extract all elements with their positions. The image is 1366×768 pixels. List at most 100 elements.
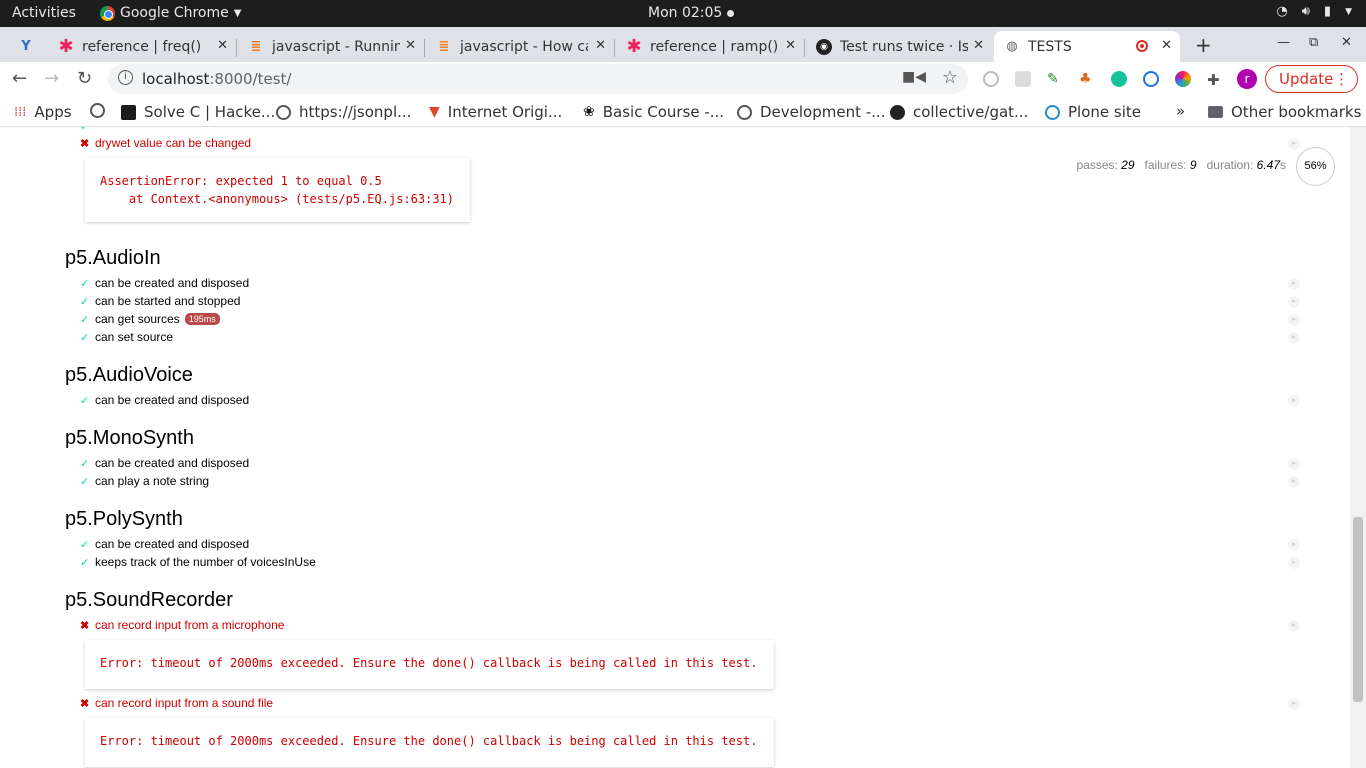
replay-icon[interactable]: ▸ (1288, 557, 1300, 569)
tab-search-button[interactable]: Y (10, 31, 46, 62)
test-title: can be started and stopped (95, 294, 241, 308)
suite-title[interactable]: p5.MonoSynth (65, 427, 194, 450)
test-item[interactable]: ✓ can be created and disposed (80, 537, 249, 551)
address-bar[interactable]: i localhost:8000/test/ ■◀ ☆ (108, 64, 968, 94)
tab-title: reference | freq() (82, 38, 202, 55)
tab-title: reference | ramp() (650, 38, 779, 55)
bookmark-jsonplaceholder[interactable]: https://jsonpl... (276, 103, 411, 121)
tab-test-runs-twice[interactable]: ◉ Test runs twice · Is ✕ (806, 31, 992, 62)
restore-button[interactable]: ⧉ (1309, 35, 1318, 50)
replay-icon[interactable]: ▸ (1288, 278, 1300, 290)
test-item[interactable]: ✓ can get sources 195ms (80, 312, 220, 326)
tab-javascript-how[interactable]: ≣ javascript - How ca ✕ (426, 31, 614, 62)
close-window-button[interactable]: ✕ (1341, 35, 1352, 50)
extension-tree-icon[interactable]: ♣ (1079, 71, 1095, 87)
replay-icon[interactable]: ▸ (1288, 314, 1300, 326)
star-icon[interactable]: ☆ (942, 67, 958, 88)
suite-title[interactable]: p5.PolySynth (65, 508, 183, 531)
update-button[interactable]: Update ⋮ (1265, 65, 1358, 93)
suite-title[interactable]: p5.AudioVoice (65, 364, 193, 387)
close-icon[interactable]: ✕ (405, 38, 416, 53)
clock[interactable]: Mon 02:05 (648, 5, 735, 21)
replay-icon[interactable]: ▸ (1288, 458, 1300, 470)
forward-button[interactable]: → (44, 68, 59, 89)
scrollbar[interactable] (1350, 127, 1366, 768)
extension-color-icon[interactable] (1175, 71, 1191, 87)
test-title: keeps track of the number of voicesInUse (95, 555, 316, 569)
bookmark-apps[interactable]: ⁞⁞⁞ Apps (14, 103, 72, 121)
bookmark-basic-course[interactable]: ❀ Basic Course -... (583, 103, 724, 121)
test-item[interactable]: ✓ can play a note string (80, 474, 209, 488)
suite-title[interactable]: p5.AudioIn (65, 247, 161, 270)
bookmark-development[interactable]: Development -... (737, 103, 885, 121)
close-icon[interactable]: ✕ (1161, 38, 1172, 53)
test-item[interactable]: ✓ can be created and disposed (80, 456, 249, 470)
scrollbar-thumb[interactable] (1353, 517, 1363, 702)
passes-stat[interactable]: passes: 29 (1076, 158, 1134, 172)
replay-icon[interactable]: ▸ (1288, 476, 1300, 488)
info-icon[interactable]: i (118, 70, 133, 85)
passes-count: 29 (1121, 158, 1135, 172)
extension-dropper-icon[interactable]: ✎ (1047, 71, 1063, 87)
bookmark-internet-origin[interactable]: ▼ Internet Origi... (429, 103, 562, 121)
test-item[interactable]: ✓ can set source (80, 330, 173, 344)
check-icon: ✓ (80, 457, 90, 470)
app-menu[interactable]: Google Chrome ▼ (100, 5, 241, 21)
test-item-clipped[interactable]: ✓ (80, 127, 95, 133)
replay-icon[interactable]: ▸ (1288, 698, 1300, 710)
replay-icon[interactable]: ▸ (1288, 395, 1300, 407)
grammarly-icon[interactable] (1111, 71, 1127, 87)
tab-tests-active[interactable]: ◍ TESTS ✕ (994, 31, 1180, 62)
tab-reference-ramp[interactable]: ✱ reference | ramp() ✕ (616, 31, 804, 62)
close-icon[interactable]: ✕ (785, 38, 796, 53)
new-tab-button[interactable]: + (1195, 33, 1212, 57)
test-item[interactable]: ✖ can record input from a microphone (80, 618, 284, 632)
test-title: can be created and disposed (95, 537, 250, 551)
bookmark-other-folder[interactable]: Other bookmarks (1208, 103, 1361, 121)
tab-title: javascript - Running (272, 38, 400, 55)
close-icon[interactable]: ✕ (595, 38, 606, 53)
camera-icon[interactable]: ■◀ (902, 69, 926, 85)
battery-icon: ▮ (1323, 4, 1332, 19)
replay-icon[interactable]: ▸ (1288, 138, 1300, 150)
test-stats: passes: 29 failures: 9 duration: 6.47s (1076, 158, 1286, 172)
back-button[interactable]: ← (12, 68, 27, 89)
extension-info-icon[interactable] (1143, 71, 1159, 87)
replay-icon[interactable]: ▸ (1288, 620, 1300, 632)
reload-button[interactable]: ↻ (77, 68, 92, 89)
test-item[interactable]: ✓ can be started and stopped (80, 294, 240, 308)
suite-title[interactable]: p5.SoundRecorder (65, 589, 233, 612)
close-icon[interactable]: ✕ (217, 38, 228, 53)
replay-icon[interactable]: ▸ (1288, 332, 1300, 344)
menu-dots-icon: ⋮ (1334, 70, 1349, 88)
more-bookmarks-icon[interactable]: » (1176, 102, 1185, 120)
bookmark-hackerrank[interactable]: Solve C | Hacke... (121, 103, 275, 121)
bookmark-globe[interactable] (90, 103, 113, 118)
url-text[interactable]: localhost:8000/test/ (142, 70, 292, 88)
avatar[interactable]: r (1237, 69, 1257, 89)
replay-icon[interactable]: ▸ (1288, 296, 1300, 308)
close-icon[interactable]: ✕ (973, 38, 984, 53)
bookmark-plone-site[interactable]: Plone site (1045, 103, 1141, 121)
test-item[interactable]: ✓ can be created and disposed (80, 393, 249, 407)
passes-label: passes: (1076, 158, 1118, 172)
test-item-fail[interactable]: ✖ drywet value can be changed (80, 136, 251, 150)
failures-stat[interactable]: failures: 9 (1145, 158, 1197, 172)
test-item[interactable]: ✖ can record input from a sound file (80, 696, 273, 710)
extensions-puzzle-icon[interactable]: ✚ (1207, 71, 1223, 89)
tab-javascript-running[interactable]: ≣ javascript - Running ✕ (238, 31, 424, 62)
duration-badge: 195ms (184, 313, 220, 325)
test-item[interactable]: ✓ can be created and disposed (80, 276, 249, 290)
extension-timer-icon[interactable] (983, 71, 999, 87)
system-tray[interactable]: ◔ 🔊︎ ▮ ▼ (1276, 4, 1352, 19)
replay-icon[interactable]: ▸ (1288, 539, 1300, 551)
activities-button[interactable]: Activities (12, 5, 76, 21)
minimize-button[interactable]: — (1277, 35, 1290, 50)
bookmark-label: Plone site (1068, 103, 1141, 121)
test-item[interactable]: ✓ keeps track of the number of voicesInUs… (80, 555, 316, 569)
system-top-bar: Activities Google Chrome ▼ Mon 02:05 ◔ 🔊… (0, 0, 1366, 27)
bookmark-collective[interactable]: collective/gat... (890, 103, 1028, 121)
extension-page-icon[interactable] (1015, 71, 1031, 87)
tab-reference-freq[interactable]: ✱ reference | freq() ✕ (48, 31, 236, 62)
bookmark-label: collective/gat... (913, 103, 1029, 121)
